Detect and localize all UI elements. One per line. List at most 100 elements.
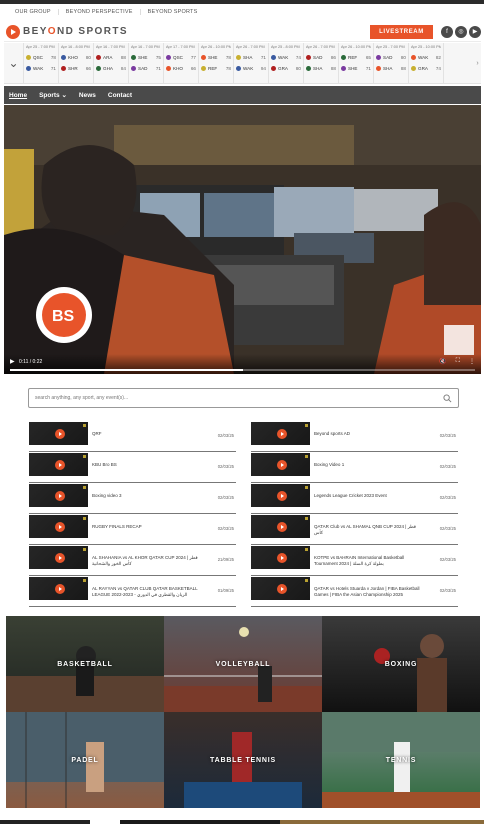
- video-thumbnail[interactable]: [251, 484, 310, 507]
- video-list-item[interactable]: QATAR vs Hotels Stuarda v Jordan | FIBA …: [251, 576, 458, 607]
- team-row: REF 78: [201, 63, 231, 74]
- sport-tile-basketball[interactable]: BASKETBALL: [6, 616, 164, 712]
- chevron-down-icon[interactable]: ⌄: [4, 43, 24, 83]
- team-score: 75: [155, 55, 161, 60]
- sport-tile-boxing[interactable]: BOXING: [322, 616, 480, 712]
- score-card[interactable]: Apr 25 - 7:00 PM SAD 80 SHA 88: [374, 43, 409, 83]
- sport-tile-table-tennis[interactable]: TABBLE TENNIS: [164, 712, 322, 808]
- hero-video[interactable]: BS ▶ 0:11 / 0:22 🔇 ⛶ ⋮: [4, 105, 481, 374]
- video-list-item[interactable]: QATAR Club vs AL SHAMAL QNB CUP 2024 | ق…: [251, 514, 458, 545]
- group-nav-beyond-perspective[interactable]: BEYOND PERSPECTIVE: [59, 9, 141, 15]
- nav-contact[interactable]: Contact: [108, 92, 132, 99]
- team-row: GRA 80: [271, 63, 301, 74]
- video-time: 0:11 / 0:22: [19, 359, 43, 365]
- team-score: 66: [190, 66, 196, 71]
- sport-tile-tennis[interactable]: TENNIS: [322, 712, 480, 808]
- team-row: QSC 78: [26, 52, 56, 63]
- sport-tile-volleyball[interactable]: VOLLEYBALL: [164, 616, 322, 712]
- score-card[interactable]: Apr 16 - 8:00 PM KHO 80 SHR 66: [59, 43, 94, 83]
- team-row: WAK 82: [411, 52, 441, 63]
- livestream-button[interactable]: LIVESTREAM: [370, 24, 433, 39]
- video-list-item[interactable]: Boxing Video 1 02/03/25: [251, 452, 458, 483]
- team-logo-icon: [376, 55, 381, 60]
- game-date: Apr 25 - 8:00 PM: [271, 45, 300, 49]
- video-thumbnail[interactable]: [251, 453, 310, 476]
- facebook-icon[interactable]: f: [441, 25, 453, 38]
- score-card[interactable]: Apr 25 - 7:00 PM QSC 78 WAK 71: [24, 43, 59, 83]
- score-card[interactable]: Apr 26 - 10:00 PM SHE 78 REF 78: [199, 43, 234, 83]
- fullscreen-icon[interactable]: ⛶: [456, 358, 460, 365]
- video-thumbnail[interactable]: [29, 484, 88, 507]
- nav-home[interactable]: Home: [9, 92, 27, 99]
- video-thumbnail[interactable]: [29, 577, 88, 600]
- video-list-item[interactable]: RUGBY FINALS RECAP 02/03/25: [29, 514, 236, 545]
- video-list-item[interactable]: KBU Bro BS 02/03/25: [29, 452, 236, 483]
- group-nav-our-group[interactable]: OUR GROUP: [8, 9, 59, 15]
- team-row: SAD 86: [306, 52, 336, 63]
- video-title[interactable]: Beyond sports AD: [314, 431, 426, 437]
- team-logo-icon: [131, 66, 136, 71]
- more-icon[interactable]: ⋮: [469, 358, 475, 365]
- video-list-item[interactable]: Boxing video 3 02/03/25: [29, 483, 236, 514]
- video-thumbnail[interactable]: [29, 422, 88, 445]
- video-thumbnail[interactable]: [29, 515, 88, 538]
- thumbnail-badge: [83, 486, 86, 489]
- youtube-icon[interactable]: ▶: [469, 25, 481, 38]
- instagram-icon[interactable]: ◎: [455, 25, 467, 38]
- team-row: SHE 75: [131, 52, 161, 63]
- play-icon: [55, 584, 65, 594]
- search-input[interactable]: [35, 395, 443, 401]
- video-thumbnail[interactable]: [29, 453, 88, 476]
- team-row: WAK 74: [271, 52, 301, 63]
- video-title[interactable]: Legends League Cricket 2023 Event: [314, 493, 426, 499]
- video-thumbnail[interactable]: [251, 577, 310, 600]
- mute-icon[interactable]: 🔇: [439, 358, 446, 365]
- video-title[interactable]: AL RAYYAN vs QATAR CLUB QATAR BASKETBALL…: [92, 586, 204, 598]
- score-card[interactable]: Apr 26 - 7:00 PM SHA 71 WAK 94: [234, 43, 269, 83]
- video-title[interactable]: KBU Bro BS: [92, 462, 204, 468]
- team-score: 80: [400, 55, 406, 60]
- video-progress-bar[interactable]: [10, 369, 475, 371]
- team-row: SHE 71: [341, 63, 371, 74]
- play-icon: [277, 553, 287, 563]
- team-logo-icon: [341, 66, 346, 71]
- brand-logo[interactable]: BEYOND SPORTS: [6, 24, 128, 39]
- nav-sports[interactable]: Sports ⌄: [39, 91, 67, 99]
- search-icon[interactable]: [443, 393, 452, 403]
- video-title[interactable]: QATAR vs Hotels Stuarda v Jordan | FIBA …: [314, 586, 426, 598]
- sport-label: PADEL: [71, 756, 99, 764]
- video-title[interactable]: RUGBY FINALS RECAP: [92, 524, 204, 530]
- video-title[interactable]: KOTPE vs BAHRAIN International Basketbal…: [314, 555, 426, 567]
- video-list-item[interactable]: AL SHAHANIA vs AL KHOR QATAR CUP 2024 | …: [29, 545, 236, 576]
- video-list-item[interactable]: Legends League Cricket 2023 Event 02/03/2…: [251, 483, 458, 514]
- video-thumbnail[interactable]: [251, 546, 310, 569]
- score-card[interactable]: Apr 17 - 7:00 PM QSC 77 KHO 66: [164, 43, 199, 83]
- video-list-item[interactable]: Beyond sports AD 02/03/25: [251, 421, 458, 452]
- video-title[interactable]: QRF: [92, 431, 204, 437]
- nav-news[interactable]: News: [79, 92, 96, 99]
- score-card[interactable]: Apr 26 - 10:00 PM REF 65 SHE 71: [339, 43, 374, 83]
- video-title[interactable]: Boxing Video 1: [314, 462, 426, 468]
- team-logo-icon: [201, 66, 206, 71]
- score-card[interactable]: Apr 25 - 8:00 PM WAK 74 GRA 80: [269, 43, 304, 83]
- video-list-item[interactable]: AL RAYYAN vs QATAR CLUB QATAR BASKETBALL…: [29, 576, 236, 607]
- video-title[interactable]: Boxing video 3: [92, 493, 204, 499]
- video-list-item[interactable]: QRF 02/03/25: [29, 421, 236, 452]
- score-card[interactable]: Apr 25 - 10:00 PM WAK 82 GRA 74: [409, 43, 444, 83]
- video-thumbnail[interactable]: [251, 515, 310, 538]
- score-card[interactable]: Apr 16 - 7:00 PM SHE 75 SAD 71: [129, 43, 164, 83]
- score-card[interactable]: Apr 16 - 7:00 PM ARA 88 GHA 84: [94, 43, 129, 83]
- sport-tile-padel[interactable]: PADEL: [6, 712, 164, 808]
- video-thumbnail[interactable]: [29, 546, 88, 569]
- video-title[interactable]: AL SHAHANIA vs AL KHOR QATAR CUP 2024 | …: [92, 555, 204, 567]
- play-icon[interactable]: ▶: [10, 358, 15, 365]
- score-card[interactable]: Apr 26 - 7:00 PM SAD 86 SHA 88: [304, 43, 339, 83]
- video-title[interactable]: QATAR Club vs AL SHAMAL QNB CUP 2024 | ق…: [314, 524, 426, 536]
- video-list-item[interactable]: KOTPE vs BAHRAIN International Basketbal…: [251, 545, 458, 576]
- group-nav-beyond-sports[interactable]: BEYOND SPORTS: [141, 9, 205, 15]
- video-controls: ▶ 0:11 / 0:22 🔇 ⛶ ⋮: [4, 354, 481, 374]
- game-date: Apr 16 - 8:00 PM: [61, 45, 90, 49]
- team-name: SHA: [383, 66, 393, 71]
- video-thumbnail[interactable]: [251, 422, 310, 445]
- chevron-right-icon[interactable]: ›: [474, 43, 481, 83]
